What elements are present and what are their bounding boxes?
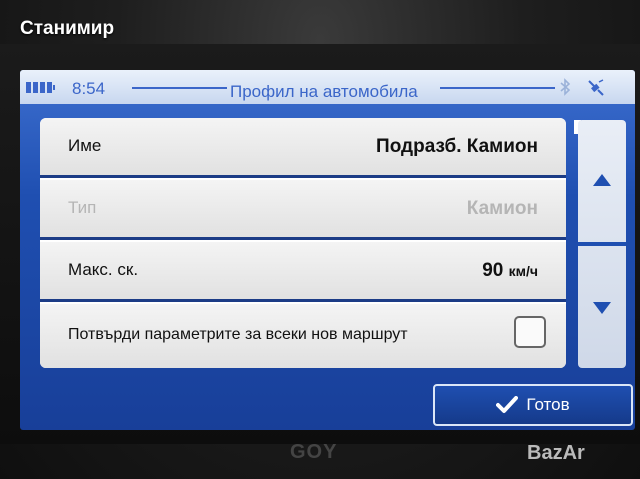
title-divider-right	[440, 87, 555, 89]
setting-row-name[interactable]: Име Подразб. Камион	[40, 118, 566, 178]
setting-row-max-speed[interactable]: Макс. ск. 90 км/ч	[40, 242, 566, 302]
speed-number: 90	[482, 260, 504, 281]
checkmark-icon	[496, 396, 519, 413]
watermark-username: Станимир	[20, 18, 115, 39]
done-label: Готов	[526, 395, 570, 414]
speed-label: Макс. ск.	[68, 260, 139, 279]
confirm-checkbox[interactable]	[514, 316, 546, 348]
type-value: Камион	[466, 198, 538, 219]
bluetooth-icon	[560, 78, 571, 96]
scroll-down-button[interactable]	[578, 248, 626, 368]
gps-satellite-icon[interactable]	[586, 78, 606, 98]
page-title: Профил на автомобила	[230, 82, 418, 101]
speed-unit: км/ч	[508, 263, 538, 279]
scroll-controls	[578, 120, 626, 368]
scroll-up-button[interactable]	[578, 120, 626, 240]
type-label: Тип	[68, 198, 97, 217]
status-bar: 8:54 Профил на автомобила	[20, 70, 635, 104]
done-button[interactable]: Готов	[433, 384, 633, 426]
setting-row-confirm[interactable]: Потвърди параметрите за всеки нов маршру…	[40, 304, 566, 368]
name-value: Подразб. Камион	[376, 136, 538, 157]
speed-value: 90 км/ч	[482, 260, 538, 282]
setting-row-type: Тип Камион	[40, 180, 566, 240]
navigation-screen: 8:54 Профил на автомобила Име Подразб. К…	[20, 70, 635, 430]
title-divider-left	[132, 87, 227, 89]
name-label: Име	[68, 136, 102, 155]
battery-icon	[26, 82, 55, 93]
confirm-label: Потвърди параметрите за всеки нов маршру…	[68, 326, 408, 343]
watermark-site-logo: BazAr	[527, 442, 585, 464]
device-brand-logo: GOY	[290, 441, 338, 463]
settings-list: Име Подразб. Камион Тип Камион Макс. ск.…	[40, 118, 566, 368]
triangle-down-icon	[593, 302, 611, 314]
scroll-divider	[578, 242, 626, 246]
clock: 8:54	[72, 79, 106, 98]
triangle-up-icon	[593, 174, 611, 186]
